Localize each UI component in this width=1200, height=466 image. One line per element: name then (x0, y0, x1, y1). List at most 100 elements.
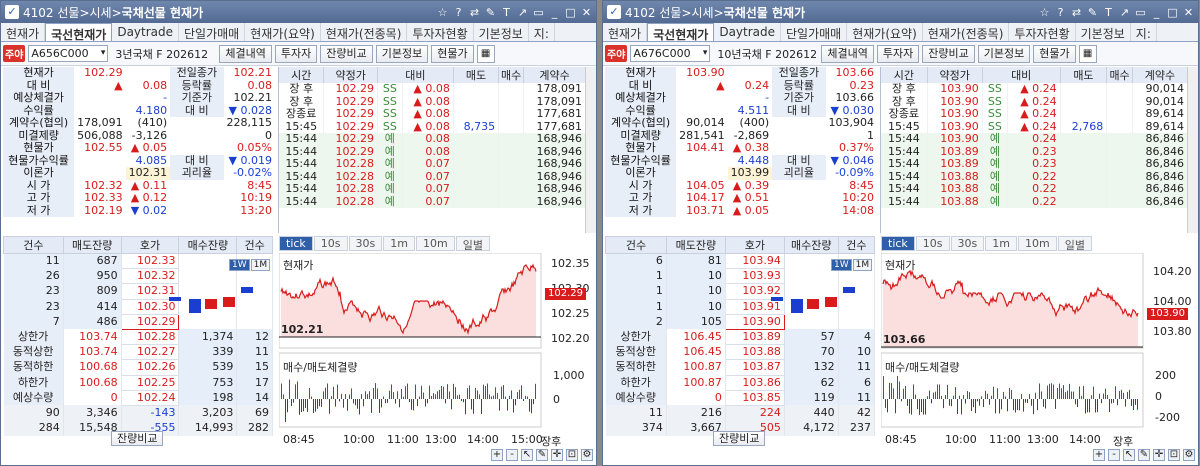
tab-3[interactable]: 단일가매매 (781, 23, 848, 41)
button-1[interactable]: 투자자 (274, 44, 318, 63)
bid-price[interactable]: 103.86 (724, 374, 785, 391)
chart-tab-2[interactable]: 30s (950, 236, 985, 251)
help-icon[interactable]: ? (453, 6, 464, 19)
tab-8[interactable]: 지: (529, 23, 555, 41)
chart-tab-4[interactable]: 10m (415, 236, 455, 251)
star-icon[interactable]: ☆ (437, 6, 448, 19)
bid-row[interactable]: 동적하한 100.68 102.26 539 15 (3, 359, 273, 376)
bid-price[interactable]: 102.27 (120, 344, 180, 361)
button-0[interactable]: 체결내역 (219, 44, 272, 63)
bid-price[interactable]: 102.24 (120, 389, 180, 406)
bid-row[interactable]: 예상수량 0 102.24 198 14 (3, 389, 273, 406)
period-1M[interactable]: 1M (852, 259, 873, 271)
bid-price[interactable]: 103.89 (724, 328, 785, 346)
chart-tab-0[interactable]: tick (279, 236, 313, 251)
tab-3[interactable]: 단일가매매 (179, 23, 246, 41)
checkbox-icon[interactable]: ✓ (607, 5, 621, 19)
button-3[interactable]: 기본정보 (977, 44, 1031, 63)
chart-tab-5[interactable]: 일별 (455, 236, 490, 252)
bid-row[interactable]: 상한가 106.45 103.89 57 4 (605, 328, 876, 346)
zoom-out-icon[interactable]: - (1108, 449, 1120, 461)
close-icon[interactable]: ✕ (581, 6, 592, 19)
minimize-icon[interactable]: _ (549, 6, 560, 19)
compare-button[interactable]: 잔량비교 (713, 431, 766, 446)
pointer-icon[interactable]: ↖ (1123, 449, 1135, 461)
zoom-in-icon[interactable]: + (1093, 449, 1105, 461)
fit-icon[interactable]: ⊡ (566, 449, 578, 461)
period-1W[interactable]: 1W (229, 259, 250, 271)
button-2[interactable]: 잔량비교 (922, 44, 975, 63)
code-select[interactable]: A656C000 (28, 45, 109, 62)
tab-1[interactable]: 국선현재가 (45, 23, 113, 42)
chart-tab-0[interactable]: tick (881, 236, 915, 251)
chart-tab-1[interactable]: 10s (915, 236, 950, 251)
tool-icon[interactable]: ✎ (485, 6, 496, 19)
layout-icon[interactable]: ▭ (1135, 6, 1146, 19)
bid-row[interactable]: 하한가 100.68 102.25 753 17 (3, 374, 273, 391)
bid-row[interactable]: 동적상한 106.45 103.88 70 10 (605, 344, 876, 361)
tab-7[interactable]: 기본정보 (474, 23, 529, 41)
bid-price[interactable]: 103.85 (724, 389, 785, 406)
minimize-icon[interactable]: _ (1151, 6, 1162, 19)
button-1[interactable]: 투자자 (876, 44, 920, 63)
ask-price[interactable]: 103.94 (724, 252, 785, 270)
market-badge[interactable]: 주야 (605, 45, 628, 62)
bid-row[interactable]: 상한가 103.74 102.28 1,374 12 (3, 328, 273, 346)
grid-icon[interactable]: ▦ (476, 44, 495, 63)
code-select[interactable]: A676C000 (630, 45, 711, 62)
layout-icon[interactable]: ▭ (533, 6, 544, 19)
help-icon[interactable]: ? (1055, 6, 1066, 19)
ask-price[interactable]: 102.33 (120, 252, 180, 270)
button-4[interactable]: 현물가 (431, 44, 474, 63)
button-0[interactable]: 체결내역 (821, 44, 874, 63)
vertical-scrollbar[interactable] (1187, 67, 1198, 233)
pencil-icon[interactable]: ✎ (1138, 449, 1150, 461)
link-icon[interactable]: ⇄ (469, 6, 480, 19)
chart-tab-4[interactable]: 10m (1017, 236, 1057, 251)
tab-6[interactable]: 투자자현황 (407, 23, 474, 41)
bid-price[interactable]: 102.26 (120, 359, 180, 376)
maximize-icon[interactable]: □ (565, 6, 576, 19)
maximize-icon[interactable]: □ (1167, 6, 1178, 19)
text-icon[interactable]: T (501, 6, 512, 19)
tab-2[interactable]: Daytrade (714, 23, 782, 41)
settings-icon[interactable]: ⚙ (1183, 449, 1195, 461)
tab-2[interactable]: Daytrade (112, 23, 180, 41)
period-1M[interactable]: 1M (250, 259, 271, 271)
button-3[interactable]: 기본정보 (375, 44, 429, 63)
button-4[interactable]: 현물가 (1033, 44, 1076, 63)
tab-7[interactable]: 기본정보 (1076, 23, 1131, 41)
pin-icon[interactable]: ↗ (1119, 6, 1130, 19)
bid-row[interactable]: 예상수량 0 103.85 119 11 (605, 389, 876, 406)
grid-icon[interactable]: ▦ (1078, 44, 1097, 63)
tab-1[interactable]: 국선현재가 (647, 23, 715, 42)
fit-icon[interactable]: ⊡ (1168, 449, 1180, 461)
tab-8[interactable]: 지: (1131, 23, 1157, 41)
tab-5[interactable]: 현재가(전종목) (923, 23, 1010, 41)
tab-5[interactable]: 현재가(전종목) (321, 23, 408, 41)
chart-tab-5[interactable]: 일별 (1057, 236, 1092, 252)
bid-row[interactable]: 하한가 100.87 103.86 62 6 (605, 374, 876, 391)
star-icon[interactable]: ☆ (1039, 6, 1050, 19)
zoom-in-icon[interactable]: + (491, 449, 503, 461)
zoom-out-icon[interactable]: - (506, 449, 518, 461)
compare-button[interactable]: 잔량비교 (111, 431, 164, 446)
tab-4[interactable]: 현재가(요약) (245, 23, 321, 41)
chart-tab-2[interactable]: 30s (348, 236, 383, 251)
settings-icon[interactable]: ⚙ (581, 449, 593, 461)
period-1W[interactable]: 1W (831, 259, 852, 271)
vertical-scrollbar[interactable] (585, 67, 596, 233)
bid-row[interactable]: 동적상한 103.74 102.27 339 11 (3, 344, 273, 361)
tab-4[interactable]: 현재가(요약) (847, 23, 923, 41)
chart-tab-3[interactable]: 1m (383, 236, 415, 251)
tab-0[interactable]: 현재가 (603, 23, 648, 41)
pencil-icon[interactable]: ✎ (536, 449, 548, 461)
bid-price[interactable]: 102.28 (120, 328, 180, 346)
market-badge[interactable]: 주야 (3, 45, 26, 62)
chart-tab-1[interactable]: 10s (313, 236, 348, 251)
tab-0[interactable]: 현재가 (1, 23, 46, 41)
text-icon[interactable]: T (1103, 6, 1114, 19)
close-icon[interactable]: ✕ (1183, 6, 1194, 19)
bid-row[interactable]: 동적하한 100.87 103.87 132 11 (605, 359, 876, 376)
pin-icon[interactable]: ↗ (517, 6, 528, 19)
